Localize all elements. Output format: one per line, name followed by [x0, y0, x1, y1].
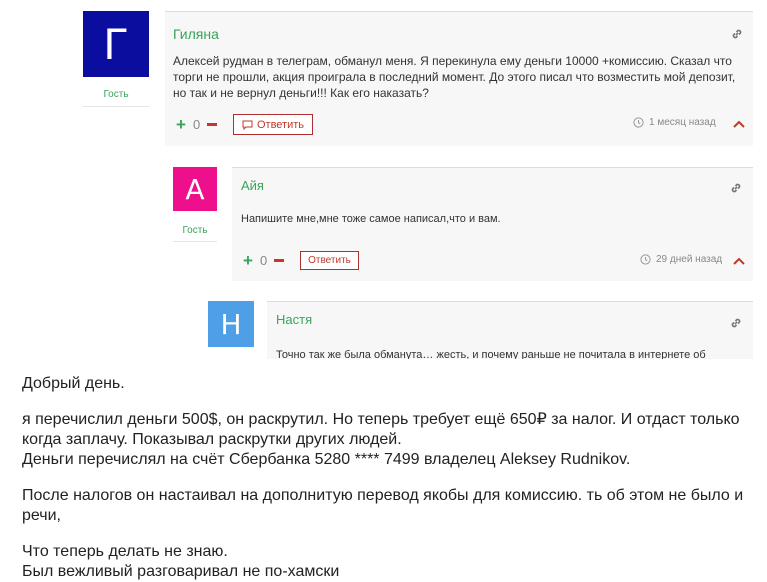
comment-1-card: Гиляна Алексей рудман в телеграм, обману…: [165, 11, 753, 146]
downvote-icon[interactable]: [274, 259, 284, 262]
link-icon[interactable]: [729, 316, 743, 330]
post-paragraph-line: я перечислил деньги 500$, он раскрутил. …: [22, 411, 740, 428]
post-paragraph-line: После налогов он настаивал на дополнитую…: [22, 487, 744, 504]
comment-author[interactable]: Гиляна: [173, 26, 219, 42]
post-paragraph-line: когда заплачу. Показывал раскрутки други…: [22, 431, 402, 448]
comment-1-user-block: Г Гость: [83, 11, 149, 107]
timestamp: 29 дней назад: [640, 254, 722, 265]
avatar[interactable]: Н: [208, 301, 254, 347]
post-paragraph-line: речи,: [22, 507, 61, 524]
guest-label: Гость: [83, 89, 149, 107]
comment-author[interactable]: Айя: [241, 178, 264, 193]
clock-icon: [633, 117, 644, 128]
comment-3-user-block: Н: [208, 301, 254, 347]
vote-count: 0: [260, 253, 268, 268]
post-paragraph-line: Деньги перечислял на счёт Сбербанка 5280…: [22, 451, 631, 468]
post-greeting: Добрый день.: [22, 375, 125, 392]
link-icon[interactable]: [729, 181, 743, 195]
downvote-icon[interactable]: [207, 123, 217, 126]
avatar[interactable]: Г: [83, 11, 149, 77]
comment-author[interactable]: Настя: [276, 312, 312, 327]
comment-text: Алексей рудман в телеграм, обманул меня.…: [173, 54, 736, 100]
chevron-up-icon[interactable]: [733, 120, 745, 128]
comment-2-user-block: А Гость: [173, 167, 217, 242]
comment-icon: [242, 120, 253, 130]
comment-text: Точно так же была обманута… жесть, и поч…: [276, 349, 706, 359]
reply-button-label: Ответить: [308, 255, 351, 266]
comment-3-card: Настя Точно так же была обманута… жесть,…: [267, 301, 753, 359]
reply-button-label: Ответить: [256, 118, 305, 131]
timestamp-text: 1 месяц назад: [649, 117, 716, 128]
timestamp-text: 29 дней назад: [656, 254, 723, 265]
post-body: Добрый день. я перечислил деньги 500$, о…: [22, 374, 752, 582]
guest-label: Гость: [173, 225, 217, 242]
upvote-icon[interactable]: +: [243, 252, 253, 269]
comment-text: Напишите мне,мне тоже самое написал,что …: [241, 213, 501, 225]
post-paragraph-line: Что теперь делать не знаю.: [22, 543, 228, 560]
upvote-icon[interactable]: +: [176, 116, 186, 133]
clock-icon: [640, 254, 651, 265]
comment-2-card: Айя Напишите мне,мне тоже самое написал,…: [232, 167, 753, 281]
vote-count: 0: [193, 117, 201, 132]
link-icon[interactable]: [730, 27, 744, 41]
timestamp: 1 месяц назад: [633, 117, 716, 128]
reply-button[interactable]: Ответить: [300, 251, 359, 270]
chevron-up-icon[interactable]: [733, 257, 745, 265]
reply-button[interactable]: Ответить: [233, 114, 313, 135]
avatar[interactable]: А: [173, 167, 217, 211]
post-paragraph-line: Был вежливый разговаривал не по-хамски: [22, 563, 340, 580]
